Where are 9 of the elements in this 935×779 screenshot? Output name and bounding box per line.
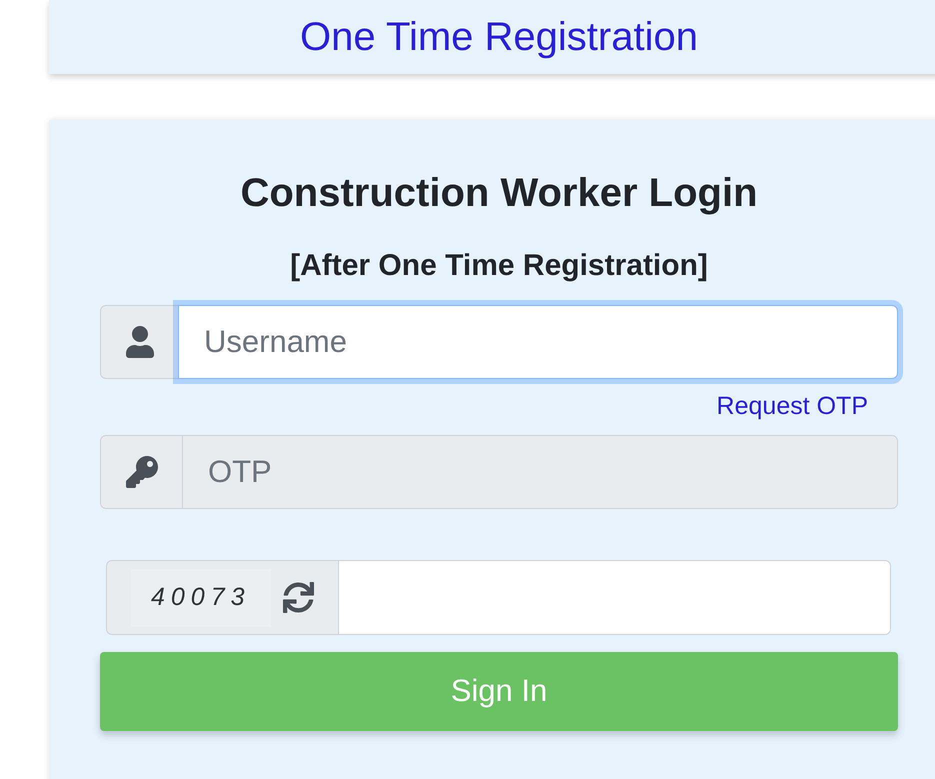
login-title: Construction Worker Login	[239, 170, 759, 217]
refresh-icon[interactable]	[282, 582, 314, 613]
request-otp-link[interactable]: Request OTP	[716, 391, 868, 421]
page-title: One Time Registration	[300, 14, 698, 61]
user-icon	[126, 326, 154, 358]
username-field[interactable]: Username	[178, 305, 898, 379]
captcha-field[interactable]	[338, 560, 891, 635]
key-icon	[126, 456, 158, 488]
login-subtitle: [After One Time Registration]	[289, 248, 709, 284]
